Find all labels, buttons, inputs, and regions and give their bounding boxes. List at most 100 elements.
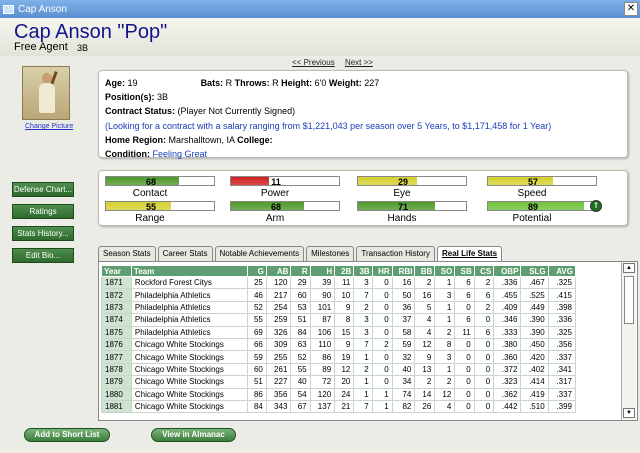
column-header-slg[interactable]: SLG <box>520 265 549 277</box>
scroll-thumb[interactable] <box>624 276 634 324</box>
rating-value: 68 <box>145 177 156 187</box>
table-scrollbar[interactable]: ▲ ▼ <box>621 262 636 420</box>
cell-ab: 227 <box>265 375 292 389</box>
column-header-so[interactable]: SO <box>434 265 456 277</box>
cell-year: 1877 <box>101 350 132 364</box>
column-header-year[interactable]: Year <box>101 265 132 277</box>
cell-ab: 356 <box>265 387 292 401</box>
defense-chart-button[interactable]: Defense Chart... <box>12 182 74 197</box>
view-in-almanac-button[interactable]: View in Almanac <box>151 428 236 442</box>
column-header-sb[interactable]: SB <box>454 265 475 277</box>
cell-cs: 2 <box>473 300 495 315</box>
column-header-ab[interactable]: AB <box>265 265 292 277</box>
rating-value: 29 <box>397 177 408 187</box>
table-row[interactable]: 1880 Chicago White Stockings 86 356 54 120 24 1… <box>101 387 577 401</box>
cell-2b: 19 <box>334 350 355 364</box>
cell-3b: 2 <box>353 300 373 315</box>
cell-g: 86 <box>246 387 267 401</box>
cell-3b: 3 <box>353 325 373 339</box>
tab-milestones[interactable]: Milestones <box>306 246 355 261</box>
cell-bb: 5 <box>414 300 436 315</box>
rating-range: 55 Range <box>105 201 225 224</box>
tab-transaction-history[interactable]: Transaction History <box>356 246 435 261</box>
cell-h: 110 <box>309 337 336 352</box>
scroll-up-button[interactable]: ▲ <box>623 263 635 273</box>
tab-season-stats[interactable]: Season Stats <box>98 246 156 261</box>
column-header-hr[interactable]: HR <box>371 265 393 277</box>
stats-history-button[interactable]: Stats History... <box>12 226 74 241</box>
close-button[interactable]: ✕ <box>624 2 638 16</box>
column-header-2b[interactable]: 2B <box>334 265 355 277</box>
column-header-bb[interactable]: BB <box>414 265 436 277</box>
cell-h: 89 <box>309 362 336 377</box>
table-row[interactable]: 1878 Chicago White Stockings 60 261 55 89 12 2 0… <box>101 362 577 377</box>
column-header-3b[interactable]: 3B <box>353 265 373 277</box>
cell-rbi: 59 <box>391 337 416 352</box>
cell-ab: 255 <box>265 350 292 364</box>
cell-year: 1875 <box>101 325 132 339</box>
bats-value: R <box>225 78 233 88</box>
cell-year: 1874 <box>101 313 132 327</box>
cell-2b: 10 <box>334 288 355 302</box>
table-row[interactable]: 1875 Philadelphia Athletics 69 326 84 106 15 3 0… <box>101 325 577 339</box>
change-picture-link[interactable]: Change Picture <box>25 123 73 130</box>
column-header-team[interactable]: Team <box>130 265 248 277</box>
cell-team: Philadelphia Athletics <box>130 288 248 302</box>
cell-obp: .346 <box>493 313 522 327</box>
table-row[interactable]: 1872 Philadelphia Athletics 46 217 60 90 10 7 0 5… <box>101 288 577 302</box>
window-title-bar[interactable]: Cap Anson ✕ <box>0 0 640 18</box>
cell-hr: 0 <box>371 350 393 364</box>
scroll-down-button[interactable]: ▼ <box>623 408 635 418</box>
rating-speed: 57 Speed <box>487 176 607 199</box>
column-header-cs[interactable]: CS <box>473 265 495 277</box>
column-header-h[interactable]: H <box>309 265 336 277</box>
column-header-r[interactable]: R <box>290 265 311 277</box>
next-player-link[interactable]: Next >> <box>345 58 373 67</box>
table-row[interactable]: 1871 Rockford Forest Citys 25 120 29 39 11 3 0 16… <box>101 275 577 290</box>
ratings-history-button[interactable]: Ratings History... <box>12 204 74 229</box>
cell-so: 12 <box>434 387 456 401</box>
cell-avg: .325 <box>547 275 577 290</box>
tab-real-life-stats[interactable]: Real Life Stats <box>436 246 503 261</box>
table-row[interactable]: 1879 Chicago White Stockings 51 227 40 72 20 1 0… <box>101 375 577 389</box>
column-header-rbi[interactable]: RBI <box>391 265 416 277</box>
cell-rbi: 34 <box>391 375 416 389</box>
info-line-condition: Condition: Feeling Great <box>105 147 621 161</box>
tab-notable-achievements[interactable]: Notable Achievements <box>214 246 305 261</box>
weight-label: Weight: <box>328 78 362 88</box>
rating-value: 57 <box>527 177 538 187</box>
cell-so: 3 <box>434 350 456 364</box>
cell-bb: 16 <box>414 288 436 302</box>
add-to-short-list-button[interactable]: Add to Short List <box>24 428 110 442</box>
cell-2b: 9 <box>334 337 355 352</box>
column-header-obp[interactable]: OBP <box>493 265 522 277</box>
edit-bio-button[interactable]: Edit Bio... <box>12 248 74 263</box>
column-header-g[interactable]: G <box>246 265 267 277</box>
player-navigation: << Previous Next >> <box>292 58 381 67</box>
column-header-avg[interactable]: AVG <box>547 265 577 277</box>
cell-obp: .372 <box>493 362 522 377</box>
cell-ab: 254 <box>265 300 292 315</box>
height-value: 6'0 <box>314 78 327 88</box>
rating-eye: 29 Eye <box>357 176 477 199</box>
table-header-row: Year Team G AB R H 2B 3B HR RBI BB SO SB CS OBP SLG AVG <box>101 265 577 277</box>
cell-h: 101 <box>309 300 336 315</box>
rating-label: Contact <box>132 188 168 199</box>
cell-obp: .442 <box>493 399 522 414</box>
cell-cs: 0 <box>473 399 495 414</box>
cell-team: Rockford Forest Citys <box>130 275 248 290</box>
table-row[interactable]: 1874 Philadelphia Athletics 55 259 51 87 8 3 0 37… <box>101 313 577 327</box>
cell-g: 55 <box>246 313 267 327</box>
cell-sb: 0 <box>454 350 475 364</box>
rating-value: 89 <box>527 202 538 212</box>
table-row[interactable]: 1877 Chicago White Stockings 59 255 52 86 19 1 0… <box>101 350 577 364</box>
cell-hr: 0 <box>371 313 393 327</box>
cell-rbi: 58 <box>391 325 416 339</box>
table-row[interactable]: 1876 Chicago White Stockings 66 309 63 110 9 7 2… <box>101 337 577 352</box>
table-row[interactable]: 1881 Chicago White Stockings 84 343 67 137 21 7… <box>101 399 577 414</box>
cell-hr: 0 <box>371 275 393 290</box>
cell-rbi: 16 <box>391 275 416 290</box>
previous-player-link[interactable]: << Previous <box>292 58 335 67</box>
tab-career-stats[interactable]: Career Stats <box>157 246 213 261</box>
table-row[interactable]: 1873 Philadelphia Athletics 52 254 53 101 9 2 0 3… <box>101 300 577 315</box>
